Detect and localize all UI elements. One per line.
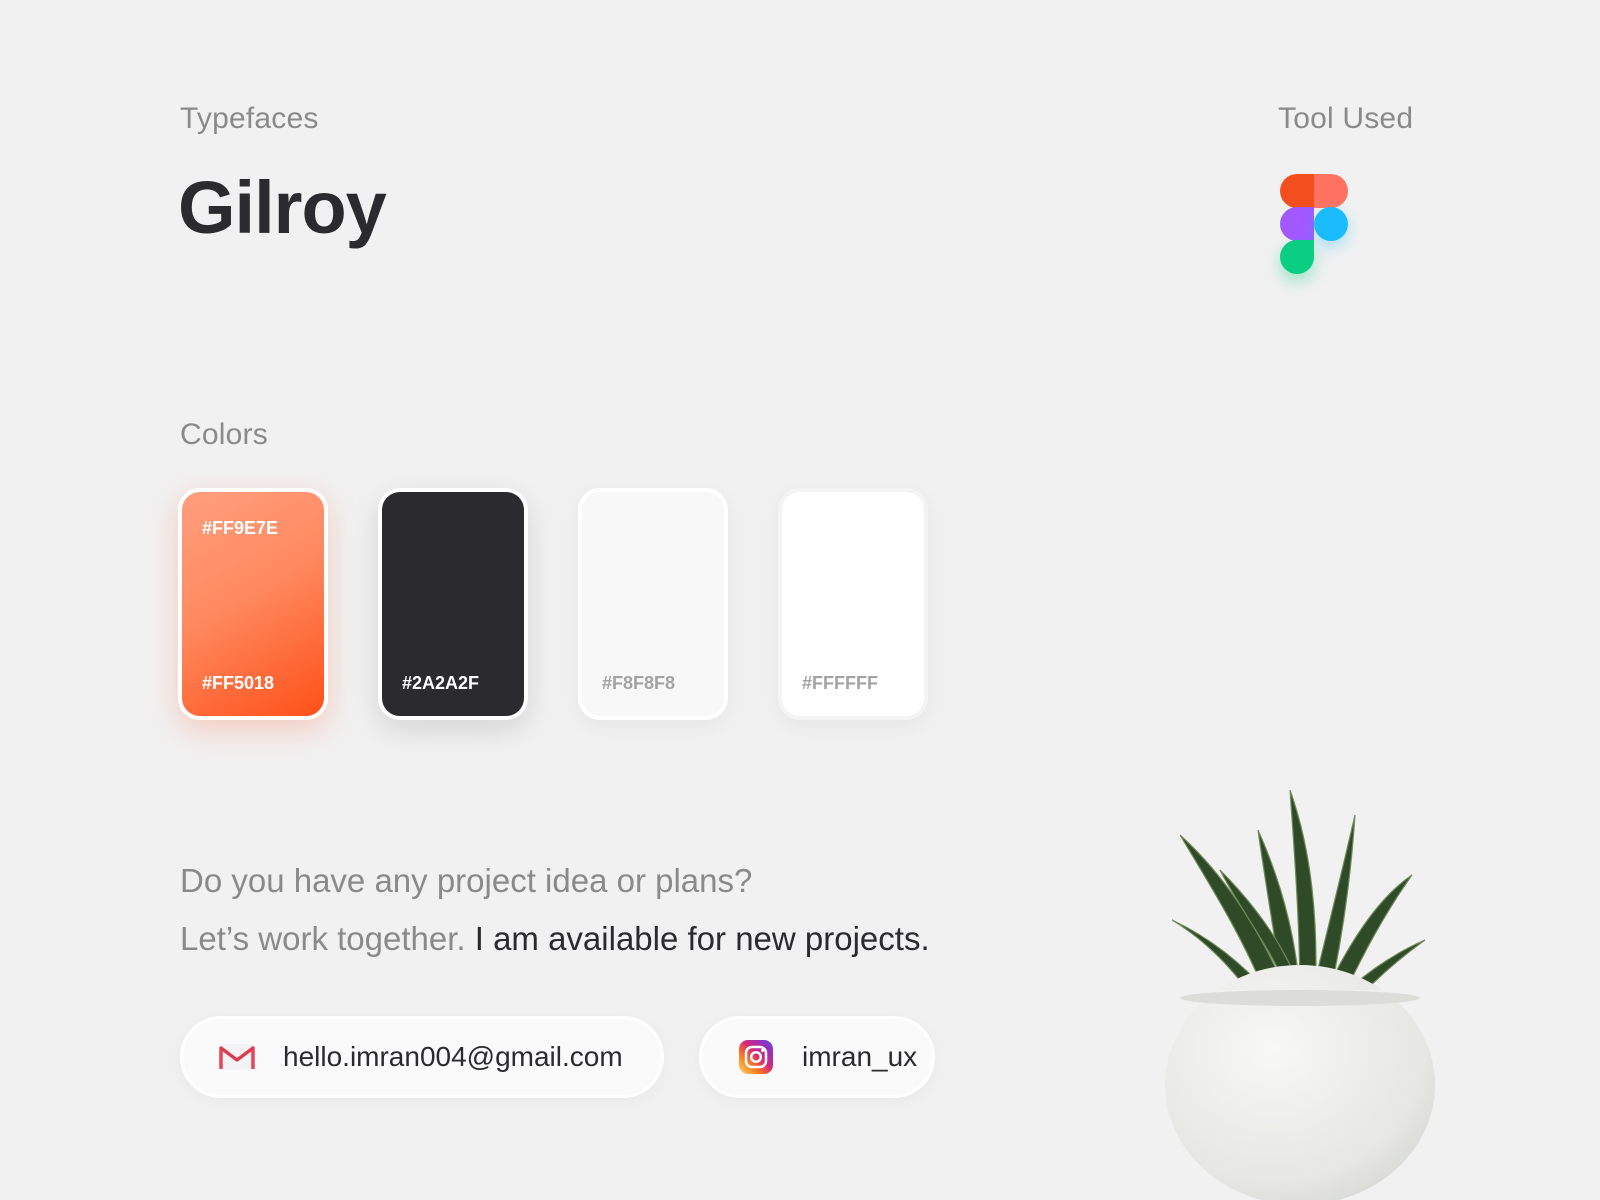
swatch-hex-label: #F8F8F8 [602, 673, 676, 693]
instagram-contact-button[interactable]: imran_ux [699, 1016, 935, 1098]
tool-used-label: Tool Used [1278, 102, 1414, 135]
cta-muted-text: Let’s work together. [180, 920, 466, 957]
potted-plant-image [1165, 790, 1435, 1200]
instagram-handle: imran_ux [802, 1041, 918, 1072]
color-swatch-orange: #FF9E7E #FF5018 [178, 488, 328, 720]
gmail-icon [217, 1037, 257, 1077]
swatch-hex-label: #FF5018 [202, 673, 275, 693]
swatch-hex-label: #FFFFFF [802, 673, 878, 693]
color-swatch-light-gray: #F8F8F8 [578, 488, 728, 720]
cta-availability: Let’s work together. I am available for … [180, 920, 930, 958]
typeface-name: Gilroy [178, 166, 387, 249]
color-swatch-white: #FFFFFF [778, 488, 928, 720]
cta-emphasis-text: I am available for new projects. [474, 920, 930, 957]
color-swatch-dark: #2A2A2F [378, 488, 528, 720]
figma-icon [1280, 174, 1350, 274]
swatch-hex-label: #2A2A2F [402, 673, 480, 693]
swatch-hex-label: #FF9E7E [202, 518, 279, 538]
instagram-icon [736, 1037, 776, 1077]
typefaces-label: Typefaces [180, 102, 319, 135]
colors-label: Colors [180, 418, 268, 451]
cta-question: Do you have any project idea or plans? [180, 862, 753, 899]
email-address: hello.imran004@gmail.com [283, 1041, 623, 1072]
email-contact-button[interactable]: hello.imran004@gmail.com [180, 1016, 664, 1098]
